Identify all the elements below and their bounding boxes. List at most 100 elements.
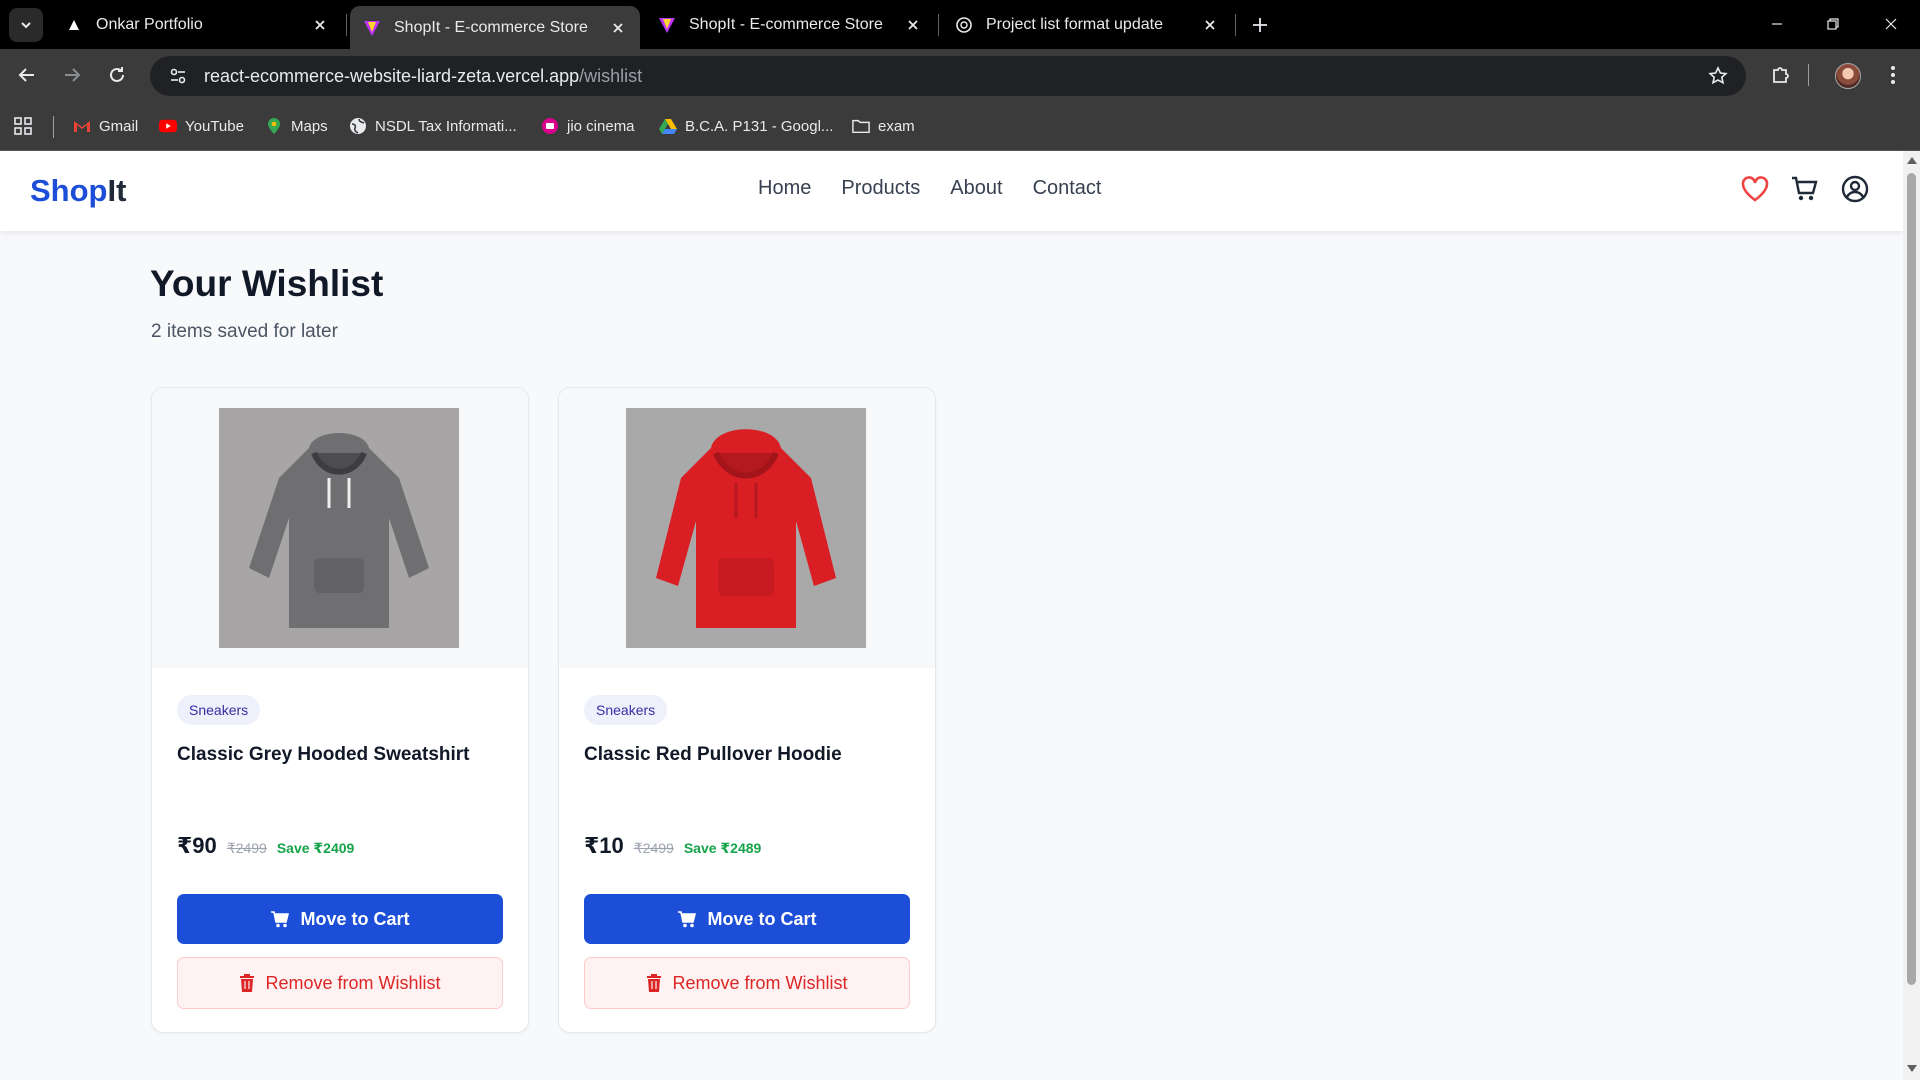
bookmark-exam[interactable]: exam — [852, 114, 915, 138]
savings-label: Save ₹2489 — [683, 840, 762, 856]
remove-label: Remove from Wishlist — [672, 972, 848, 993]
bookmarks-divider — [53, 116, 54, 138]
apps-button[interactable] — [14, 114, 32, 138]
toolbar-divider — [1806, 59, 1810, 91]
forward-button[interactable] — [56, 59, 88, 91]
arrow-left-icon — [18, 68, 34, 82]
trash-icon — [240, 974, 255, 992]
minimize-button[interactable] — [1757, 8, 1797, 40]
site-settings-icon[interactable] — [158, 56, 198, 96]
wishlist-button[interactable] — [1739, 173, 1771, 205]
kebab-menu-icon — [1891, 66, 1895, 84]
wishlist-card: Sneakers Classic Grey Hooded Sweatshirt … — [151, 387, 529, 1033]
remove-from-wishlist-button[interactable]: Remove from Wishlist — [584, 957, 910, 1009]
tab-title: Onkar Portfolio — [96, 16, 203, 33]
product-image-grey-hoodie[interactable] — [219, 408, 459, 648]
nav-products[interactable]: Products — [841, 177, 920, 200]
page-scrollbar[interactable] — [1903, 151, 1920, 1080]
scrollbar-thumb[interactable] — [1907, 173, 1916, 985]
bookmark-drive[interactable]: B.C.A. P131 - Googl... — [659, 114, 833, 138]
url-host: react-ecommerce-website-liard-zeta.verce… — [204, 65, 580, 86]
product-name[interactable]: Classic Grey Hooded Sweatshirt — [177, 744, 470, 766]
tab-shopit[interactable]: ShopIt - E-commerce Store — [645, 6, 935, 44]
tab-title: Project list format update — [986, 16, 1163, 33]
main-nav: Home Products About Contact — [758, 177, 1102, 200]
folder-icon — [852, 117, 870, 135]
bookmark-label: exam — [878, 117, 915, 135]
extensions-button[interactable] — [1765, 59, 1797, 91]
reload-icon — [110, 67, 124, 82]
bookmark-star-icon[interactable] — [1706, 64, 1730, 88]
current-price: ₹10 — [584, 833, 624, 858]
browser-tab-strip: Onkar Portfolio ShopIt - E-commerce Stor… — [0, 0, 1920, 49]
bookmark-gmail[interactable]: Gmail — [73, 114, 138, 138]
account-button[interactable] — [1839, 173, 1871, 205]
original-price: ₹2499 — [226, 840, 267, 856]
reload-button[interactable] — [101, 59, 133, 91]
maps-icon — [265, 117, 283, 135]
bookmark-youtube[interactable]: YouTube — [159, 114, 244, 138]
back-button[interactable] — [11, 59, 43, 91]
cart-icon — [678, 911, 697, 928]
window-close-button[interactable] — [1871, 8, 1911, 40]
new-tab-button[interactable] — [1245, 10, 1275, 40]
product-image-red-hoodie[interactable] — [626, 408, 866, 648]
tab-title: ShopIt - E-commerce Store — [394, 18, 588, 36]
bookmark-nsdl[interactable]: NSDL Tax Informati... — [349, 114, 517, 138]
scroll-down-arrow[interactable] — [1907, 1065, 1917, 1072]
move-to-cart-button[interactable]: Move to Cart — [177, 894, 503, 944]
restore-button[interactable] — [1813, 8, 1853, 40]
product-image-area — [152, 388, 528, 668]
tab-search-button[interactable] — [9, 8, 43, 42]
close-icon[interactable] — [903, 15, 923, 35]
remove-from-wishlist-button[interactable]: Remove from Wishlist — [177, 957, 503, 1009]
trash-icon — [647, 974, 662, 992]
plus-icon — [1253, 18, 1267, 32]
original-price: ₹2499 — [633, 840, 674, 856]
remove-label: Remove from Wishlist — [265, 972, 441, 993]
hoodie-icon — [656, 429, 836, 628]
youtube-icon — [159, 117, 177, 135]
tab-separator — [1235, 14, 1236, 36]
savings-label: Save ₹2409 — [276, 840, 355, 856]
chevron-down-icon — [21, 22, 31, 29]
nav-home[interactable]: Home — [758, 177, 811, 200]
close-icon[interactable] — [608, 18, 628, 38]
close-icon[interactable] — [310, 15, 330, 35]
bookmark-maps[interactable]: Maps — [265, 114, 328, 138]
address-bar[interactable]: react-ecommerce-website-liard-zeta.verce… — [150, 56, 1746, 96]
page-title: Your Wishlist — [150, 263, 384, 304]
vite-logo-icon — [657, 15, 677, 35]
bookmark-label: NSDL Tax Informati... — [375, 117, 517, 135]
browser-menu-button[interactable] — [1877, 59, 1909, 91]
bookmark-label: B.C.A. P131 - Googl... — [685, 117, 834, 135]
product-name[interactable]: Classic Red Pullover Hoodie — [584, 744, 842, 766]
url-text: react-ecommerce-website-liard-zeta.verce… — [204, 66, 642, 87]
scroll-up-arrow[interactable] — [1907, 157, 1917, 164]
category-badge: Sneakers — [584, 695, 668, 725]
profile-avatar[interactable] — [1835, 63, 1861, 89]
bookmarks-bar: Gmail YouTube Maps NSDL Tax Informati...… — [0, 101, 1920, 151]
tab-shopit-active[interactable]: ShopIt - E-commerce Store — [350, 6, 640, 49]
logo-shop: Shop — [30, 173, 108, 208]
drive-icon — [659, 117, 677, 135]
shopit-logo[interactable]: ShopIt — [30, 173, 126, 209]
tab-project-list[interactable]: Project list format update — [942, 6, 1232, 44]
minimize-icon — [1772, 23, 1782, 25]
apps-grid-icon — [14, 117, 32, 135]
current-price: ₹90 — [177, 833, 217, 858]
close-icon[interactable] — [1200, 15, 1220, 35]
nav-about[interactable]: About — [950, 177, 1002, 200]
site-header: ShopIt Home Products About Contact — [0, 151, 1903, 231]
bookmark-jiocinema[interactable]: jio cinema — [541, 114, 635, 138]
wishlist-count: 2 items saved for later — [151, 321, 338, 342]
tab-title: ShopIt - E-commerce Store — [689, 16, 883, 33]
tab-separator — [346, 14, 347, 36]
tab-onkar-portfolio[interactable]: Onkar Portfolio — [52, 6, 342, 44]
wishlist-card: Sneakers Classic Red Pullover Hoodie ₹10… — [558, 387, 936, 1033]
nav-contact[interactable]: Contact — [1033, 177, 1102, 200]
vite-logo-icon — [362, 18, 382, 38]
price-row: ₹90 ₹2499 Save ₹2409 — [177, 833, 354, 859]
move-to-cart-button[interactable]: Move to Cart — [584, 894, 910, 944]
cart-button[interactable] — [1788, 173, 1820, 205]
